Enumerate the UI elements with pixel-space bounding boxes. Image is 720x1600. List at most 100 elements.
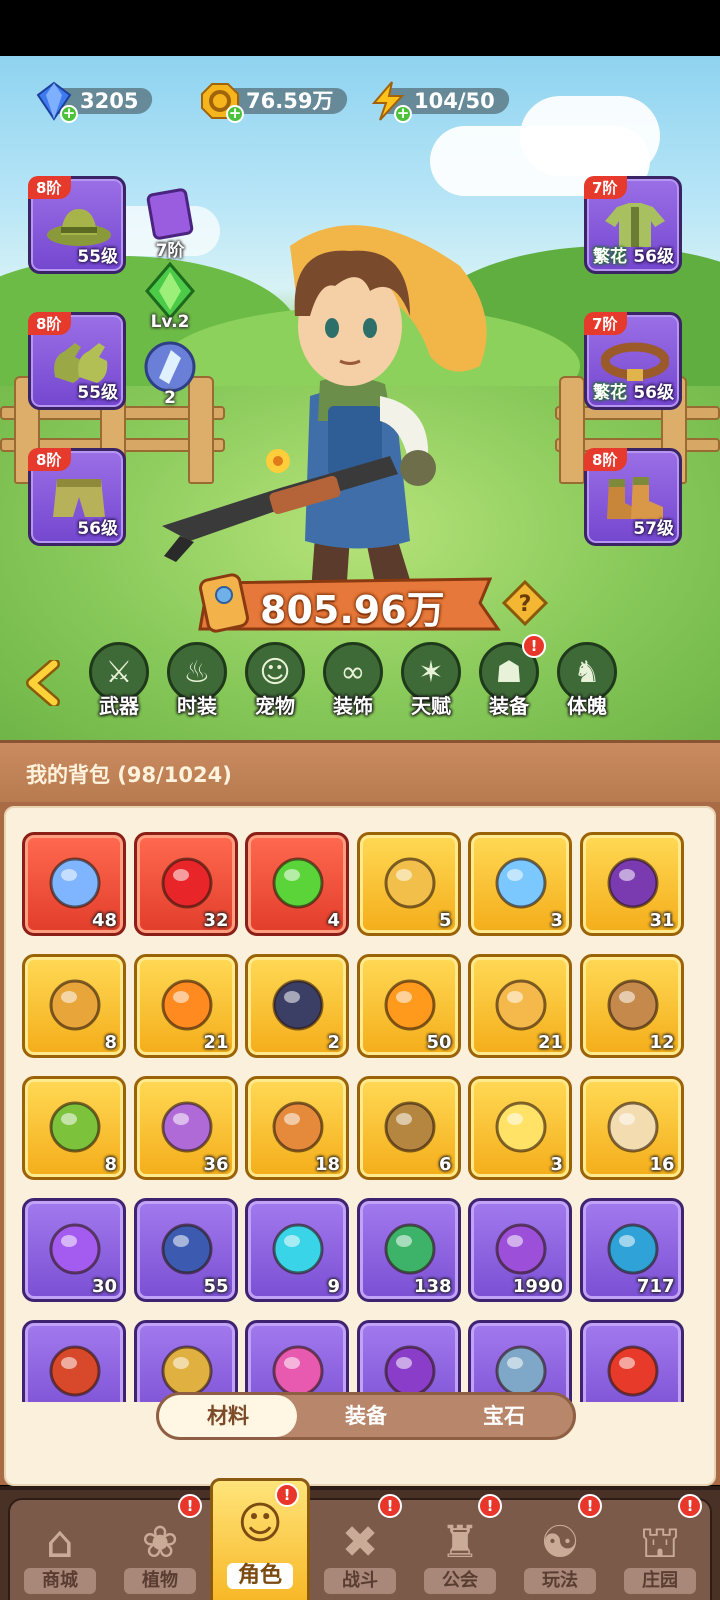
bag-item[interactable]: 21: [133, 954, 238, 1058]
rune-stone-icon: [272, 979, 324, 1031]
skull-card-icon: [607, 857, 658, 909]
combat-power-value: 805.96万: [260, 588, 445, 632]
perfume-bottle-icon: [49, 1223, 101, 1275]
add-diamond-button[interactable]: +: [60, 105, 78, 123]
diamond-value: 3205: [80, 89, 139, 113]
bag-item[interactable]: [356, 1320, 461, 1402]
bag-item[interactable]: 717: [579, 1198, 684, 1302]
bag-item[interactable]: 16: [579, 1076, 684, 1180]
bottom-nav: ⌂ 商城 ❀ 植物! ☺ 角色! ✖ 战斗! ♜ 公会! ☯ 玩法! ⛫ 庄园!: [0, 1478, 720, 1600]
bag-item[interactable]: 36: [133, 1076, 238, 1180]
tab-equipment[interactable]: ☗ 装备!: [474, 634, 546, 728]
bag-item[interactable]: [245, 1320, 349, 1402]
bag-tab-1[interactable]: 装备: [297, 1395, 435, 1437]
bag-item[interactable]: 21: [468, 954, 572, 1058]
notification-badge: !: [522, 634, 546, 658]
bag-item[interactable]: [22, 1320, 126, 1402]
help-icon[interactable]: ?: [502, 580, 548, 626]
character-tabs: ⚔ 武器 ♨ 时装 ☺ 宠物 ∞ 装饰 ✶ 天赋 ☗ 装备! ♞ 体魄: [0, 634, 720, 728]
item-count: 21: [537, 1032, 563, 1053]
nav-label: 公会: [424, 1568, 496, 1594]
tab-label: 体魄: [567, 694, 607, 718]
nav-gameplay[interactable]: ☯ 玩法!: [510, 1494, 610, 1600]
bag-tab-2[interactable]: 宝石: [435, 1395, 573, 1437]
item-count: 48: [91, 910, 117, 931]
currency-diamond[interactable]: + 3205: [34, 81, 155, 123]
equip-slot-pants[interactable]: 8阶 56级: [28, 448, 126, 546]
nav-label: 角色: [227, 1563, 293, 1589]
lightning-icon: +: [368, 81, 412, 123]
bag-item[interactable]: 48: [22, 832, 126, 936]
nav-character[interactable]: ☺ 角色!: [210, 1478, 310, 1600]
bag-item[interactable]: 18: [245, 1076, 349, 1180]
bag-item[interactable]: 3: [468, 832, 572, 936]
equip-slot-clothes[interactable]: 7阶 繁花 56级: [584, 176, 682, 274]
status-bar: [0, 0, 720, 56]
bag-item[interactable]: 6: [356, 1076, 461, 1180]
bag-item[interactable]: 32: [133, 832, 238, 936]
equip-slot-belt[interactable]: 7阶 繁花 56级: [584, 312, 682, 410]
nav-plant[interactable]: ❀ 植物!: [110, 1494, 210, 1600]
scroll-blue-icon: [607, 1223, 658, 1275]
nav-shop[interactable]: ⌂ 商城: [10, 1500, 110, 1600]
bag-item[interactable]: 9: [245, 1198, 349, 1302]
bag-item[interactable]: 5: [356, 832, 461, 936]
svg-text:?: ?: [519, 592, 532, 617]
equip-slot-hat[interactable]: 8阶 55级: [28, 176, 126, 274]
currency-gold[interactable]: + 76.59万: [200, 83, 350, 123]
bag-item[interactable]: 2: [245, 954, 349, 1058]
bag-item[interactable]: [133, 1320, 238, 1402]
bag-item[interactable]: [579, 1320, 684, 1402]
mini-stat-gem[interactable]: Lv.2: [140, 261, 200, 332]
tab-pet[interactable]: ☺ 宠物: [240, 642, 310, 728]
mini-stat-card[interactable]: 7阶: [140, 186, 200, 261]
bag-item[interactable]: 12: [579, 954, 684, 1058]
tier-label: 8阶: [28, 312, 72, 335]
back-arrow-icon[interactable]: [22, 660, 66, 706]
bag-item[interactable]: 55: [133, 1198, 238, 1302]
notification-badge: !: [578, 1494, 602, 1518]
item-count: 8: [104, 1032, 117, 1053]
nav-guild[interactable]: ♜ 公会!: [410, 1494, 510, 1600]
bag-item[interactable]: [468, 1320, 572, 1402]
bag-item[interactable]: 138: [356, 1198, 461, 1302]
bag-item[interactable]: 3: [468, 1076, 572, 1180]
add-energy-button[interactable]: +: [394, 105, 412, 123]
character-farmer[interactable]: [160, 206, 520, 626]
bag-item[interactable]: 1990: [468, 1198, 572, 1302]
mini-stat-orb[interactable]: 2: [140, 338, 200, 408]
tab-label: 天赋: [411, 694, 451, 718]
bag-tab-0[interactable]: 材料: [159, 1395, 297, 1437]
bag-item[interactable]: 31: [579, 832, 684, 936]
bag-item[interactable]: 8: [22, 1076, 126, 1180]
tab-costume[interactable]: ♨ 时装: [162, 642, 232, 728]
scroll-purple-icon: [495, 1223, 547, 1275]
bag-grid[interactable]: 48 32 4 5 3 31 8 21 2 50 21 12 8 36 18 6…: [22, 832, 702, 1402]
equip-slot-gloves[interactable]: 8阶 55级: [28, 312, 126, 410]
equip-slot-boots[interactable]: 8阶 57级: [584, 448, 682, 546]
bag-item[interactable]: 30: [22, 1198, 126, 1302]
bag-item[interactable]: 50: [356, 954, 461, 1058]
bag-item[interactable]: 4: [245, 832, 349, 936]
knot-emblem-icon: [607, 1101, 658, 1153]
tab-spirit[interactable]: ♞ 体魄: [552, 642, 622, 728]
item-count: 3: [550, 1154, 563, 1175]
level-label: 56级: [633, 383, 674, 403]
add-gold-button[interactable]: +: [226, 105, 244, 123]
tin-can-icon: [272, 1101, 324, 1153]
item-count: 8: [104, 1154, 117, 1175]
nav-manor[interactable]: ⛫ 庄园!: [610, 1494, 710, 1600]
tab-weapon[interactable]: ⚔ 武器: [84, 642, 154, 728]
item-count: 50: [426, 1032, 452, 1053]
tab-talent[interactable]: ✶ 天赋: [396, 642, 466, 728]
bag-item[interactable]: 8: [22, 954, 126, 1058]
energy-value: 104/50: [414, 89, 495, 113]
currency-energy[interactable]: + 104/50: [368, 81, 511, 123]
orange-potion-icon: [384, 979, 435, 1031]
spell-book-icon: [161, 1101, 212, 1153]
tier-label: 7阶: [584, 176, 628, 199]
tab-mask[interactable]: ∞ 装饰: [318, 642, 388, 728]
nav-label: 植物: [124, 1568, 196, 1594]
tier-label: 7阶: [584, 312, 628, 335]
nav-battle[interactable]: ✖ 战斗!: [310, 1494, 410, 1600]
